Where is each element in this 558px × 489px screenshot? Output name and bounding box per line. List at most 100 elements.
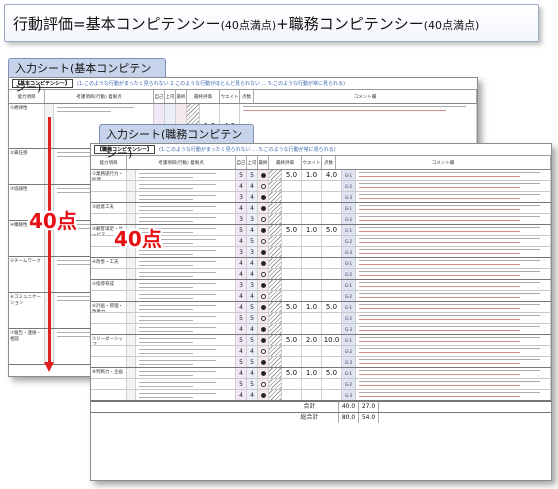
comment-cell [356,170,551,180]
supervisor-rating: 5 [247,379,258,389]
supervisor-rating: 4 [247,324,258,334]
points-value [322,192,342,202]
final-rating [258,225,269,235]
item-name [91,379,127,389]
supervisor-rating: 4 [247,181,258,191]
totals: 合計 40.0 27.0 総合計 80.0 54.0 [91,401,551,423]
item-number [127,269,136,279]
header-cell: コメント欄 [336,156,551,169]
supervisor-rating: 4 [247,291,258,301]
points-value [322,390,342,400]
item-name [91,269,127,279]
rating-dot [260,370,266,376]
item-name [91,291,127,301]
total-label: 合計 [281,402,339,412]
item-number [127,368,136,378]
table-row: ②創意工夫 4 4 G-1 [91,203,551,214]
arrow-down-icon [44,362,54,372]
self-rating: 4 [236,181,247,191]
table-row: ①業務遂行力・処理 55 5.01.04.0G-1 [91,170,551,181]
rating-dot [260,249,266,255]
rank-label: G-3 [342,390,356,400]
page-title: 行動評価=基本コンピテンシー(40点満点)+職務コンピテンシー(40点満点) [4,4,539,42]
hatched-cell [269,324,282,334]
points-value: 10.0 [322,335,342,345]
supervisor-rating: 4 [247,192,258,202]
rating-dot [260,315,266,321]
header-cell: 自己 [236,156,247,169]
rating-dot [260,238,266,244]
hatched-cell [269,313,282,323]
points-value [322,181,342,191]
rank-label: G-1 [342,335,356,345]
total-row: 合計 40.0 27.0 [91,401,551,412]
final-score [282,181,302,191]
supervisor-rating: 3 [247,280,258,290]
rating-dot [260,227,266,233]
supervisor-rating: 3 [247,214,258,224]
final-rating [258,368,269,378]
weight-value [302,390,322,400]
item-number [127,357,136,367]
comment-cell [356,357,551,367]
tab-basic-competency[interactable]: 入力シート(基本コンピテンシー) [8,58,166,94]
item-number [127,170,136,180]
self-rating: 4 [236,368,247,378]
tab-job-competency[interactable]: 入力シート(職務コンピテンシー) [99,124,254,160]
table-row: 5 5 G-2 [91,379,551,390]
comment-cell [356,258,551,268]
comment-cell [356,379,551,389]
hatched-cell [269,335,282,345]
weight-value: 1.0 [302,368,322,378]
item-number [127,203,136,213]
comment-cell [356,236,551,246]
item-description [136,324,236,334]
final-rating [258,280,269,290]
table-row: ⑥計画・管理・改善力455.01.05.0G-1 [91,302,551,313]
rank-label: G-3 [342,247,356,257]
weight-value: 1.0 [302,225,322,235]
item-number [127,313,136,323]
points-value [322,313,342,323]
item-number [127,291,136,301]
job-points-label: 40点 [114,227,162,251]
header-cell: 自己 [154,90,165,103]
weight-value [302,258,322,268]
points-value [322,258,342,268]
item-description [136,170,236,180]
item-description [136,335,236,345]
supervisor-rating: 4 [247,390,258,400]
hatched-cell [269,170,282,180]
weight-value [302,357,322,367]
final-rating [258,357,269,367]
points-value [322,346,342,356]
header-cell: 最終 [176,90,187,103]
supervisor-rating: 3 [247,247,258,257]
header-cell: 最終評価 [269,156,302,169]
item-number [127,324,136,334]
self-rating: 4 [236,291,247,301]
table-row: 4 4 G-3 [91,324,551,335]
comment-cell [356,247,551,257]
rank-label: G-1 [342,225,356,235]
item-description [136,368,236,378]
item-description [136,357,236,367]
self-rating: 5 [236,379,247,389]
hatched-cell [269,291,282,301]
weight-value [302,346,322,356]
weight-value: 1.0 [302,302,322,312]
item-description [136,313,236,323]
item-description [136,269,236,279]
rank-label: G-3 [342,192,356,202]
weight-value [302,313,322,323]
self-rating: 4 [236,236,247,246]
final-score: 5.0 [282,368,302,378]
basic-points-label: 40点 [29,209,77,233]
rating-dot [260,381,266,387]
weight-value [302,214,322,224]
item-name [91,192,127,202]
comment-cell [240,104,477,148]
total-value: 27.0 [359,402,379,412]
comment-cell [356,181,551,191]
comment-cell [356,214,551,224]
